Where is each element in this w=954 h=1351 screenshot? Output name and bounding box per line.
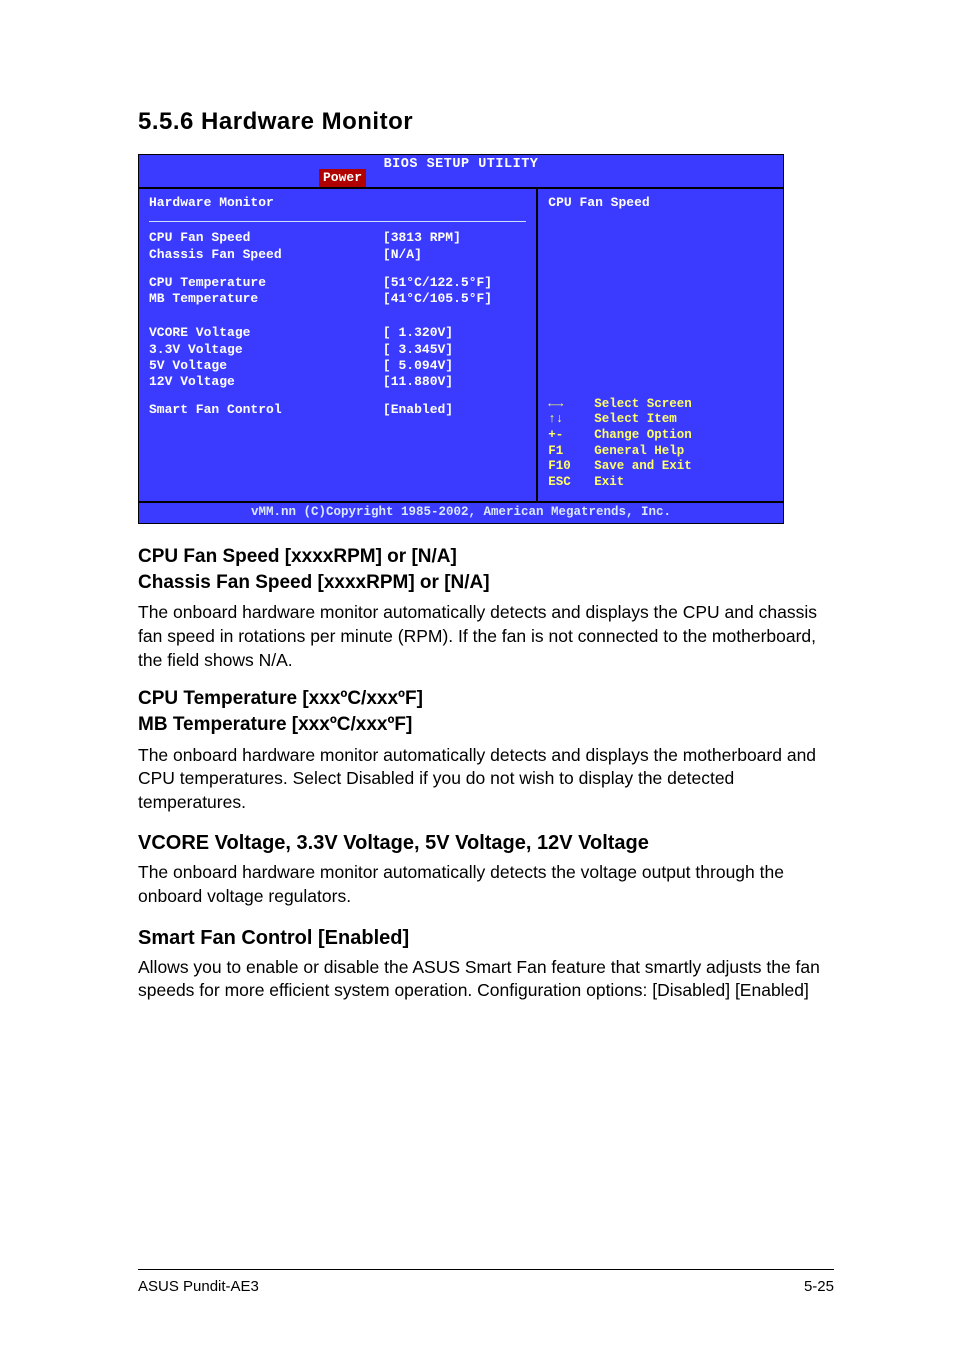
paragraph-smart-fan: Allows you to enable or disable the ASUS… bbox=[138, 956, 834, 1003]
paragraph-temperature: The onboard hardware monitor automatical… bbox=[138, 744, 834, 815]
bios-title: BIOS SETUP UTILITY bbox=[139, 157, 783, 174]
bios-right-panel: CPU Fan Speed ←→Select Screen ↑↓Select I… bbox=[538, 189, 783, 501]
nav-general-help: F1General Help bbox=[548, 444, 773, 460]
bios-left-panel: Hardware Monitor CPU Fan Speed [3813 RPM… bbox=[139, 189, 538, 501]
bios-nav-help: ←→Select Screen ↑↓Select Item +-Change O… bbox=[548, 397, 773, 491]
bios-row-vcore: VCORE Voltage [ 1.320V] bbox=[149, 325, 526, 341]
heading-cpu-fan-speed: CPU Fan Speed [xxxxRPM] or [N/A] Chassis… bbox=[138, 544, 834, 595]
paragraph-fan-speed: The onboard hardware monitor automatical… bbox=[138, 601, 834, 672]
heading-voltage: VCORE Voltage, 3.3V Voltage, 5V Voltage,… bbox=[138, 832, 834, 855]
bios-screenshot: BIOS SETUP UTILITY Power Hardware Monito… bbox=[138, 154, 784, 524]
nav-save-exit: F10Save and Exit bbox=[548, 459, 773, 475]
bios-panel-title: Hardware Monitor bbox=[149, 195, 526, 215]
bios-row-cpu-fan: CPU Fan Speed [3813 RPM] bbox=[149, 230, 526, 246]
page-footer: ASUS Pundit-AE3 5-25 bbox=[138, 1269, 834, 1295]
bios-help-title: CPU Fan Speed bbox=[548, 195, 773, 211]
paragraph-voltage: The onboard hardware monitor automatical… bbox=[138, 861, 834, 908]
nav-select-screen: ←→Select Screen bbox=[548, 397, 773, 413]
bios-row-12v: 12V Voltage [11.880V] bbox=[149, 374, 526, 390]
bios-row-5v: 5V Voltage [ 5.094V] bbox=[149, 358, 526, 374]
footer-product: ASUS Pundit-AE3 bbox=[138, 1278, 259, 1295]
heading-temperature: CPU Temperature [xxxºC/xxxºF] MB Tempera… bbox=[138, 686, 834, 737]
heading-smart-fan: Smart Fan Control [Enabled] bbox=[138, 927, 834, 950]
bios-row-mb-temp: MB Temperature [41°C/105.5°F] bbox=[149, 291, 526, 307]
footer-page-number: 5-25 bbox=[804, 1278, 834, 1295]
bios-header: BIOS SETUP UTILITY Power bbox=[139, 155, 783, 187]
section-heading: 5.5.6 Hardware Monitor bbox=[138, 108, 834, 136]
bios-row-smart-fan: Smart Fan Control [Enabled] bbox=[149, 402, 526, 418]
bios-row-3v3: 3.3V Voltage [ 3.345V] bbox=[149, 342, 526, 358]
nav-change-option: +-Change Option bbox=[548, 428, 773, 444]
nav-exit: ESCExit bbox=[548, 475, 773, 491]
bios-tab-power: Power bbox=[319, 169, 366, 187]
nav-select-item: ↑↓Select Item bbox=[548, 412, 773, 428]
bios-row-cpu-temp: CPU Temperature [51°C/122.5°F] bbox=[149, 275, 526, 291]
bios-copyright: vMM.nn (C)Copyright 1985-2002, American … bbox=[139, 501, 783, 524]
bios-row-chassis-fan: Chassis Fan Speed [N/A] bbox=[149, 247, 526, 263]
